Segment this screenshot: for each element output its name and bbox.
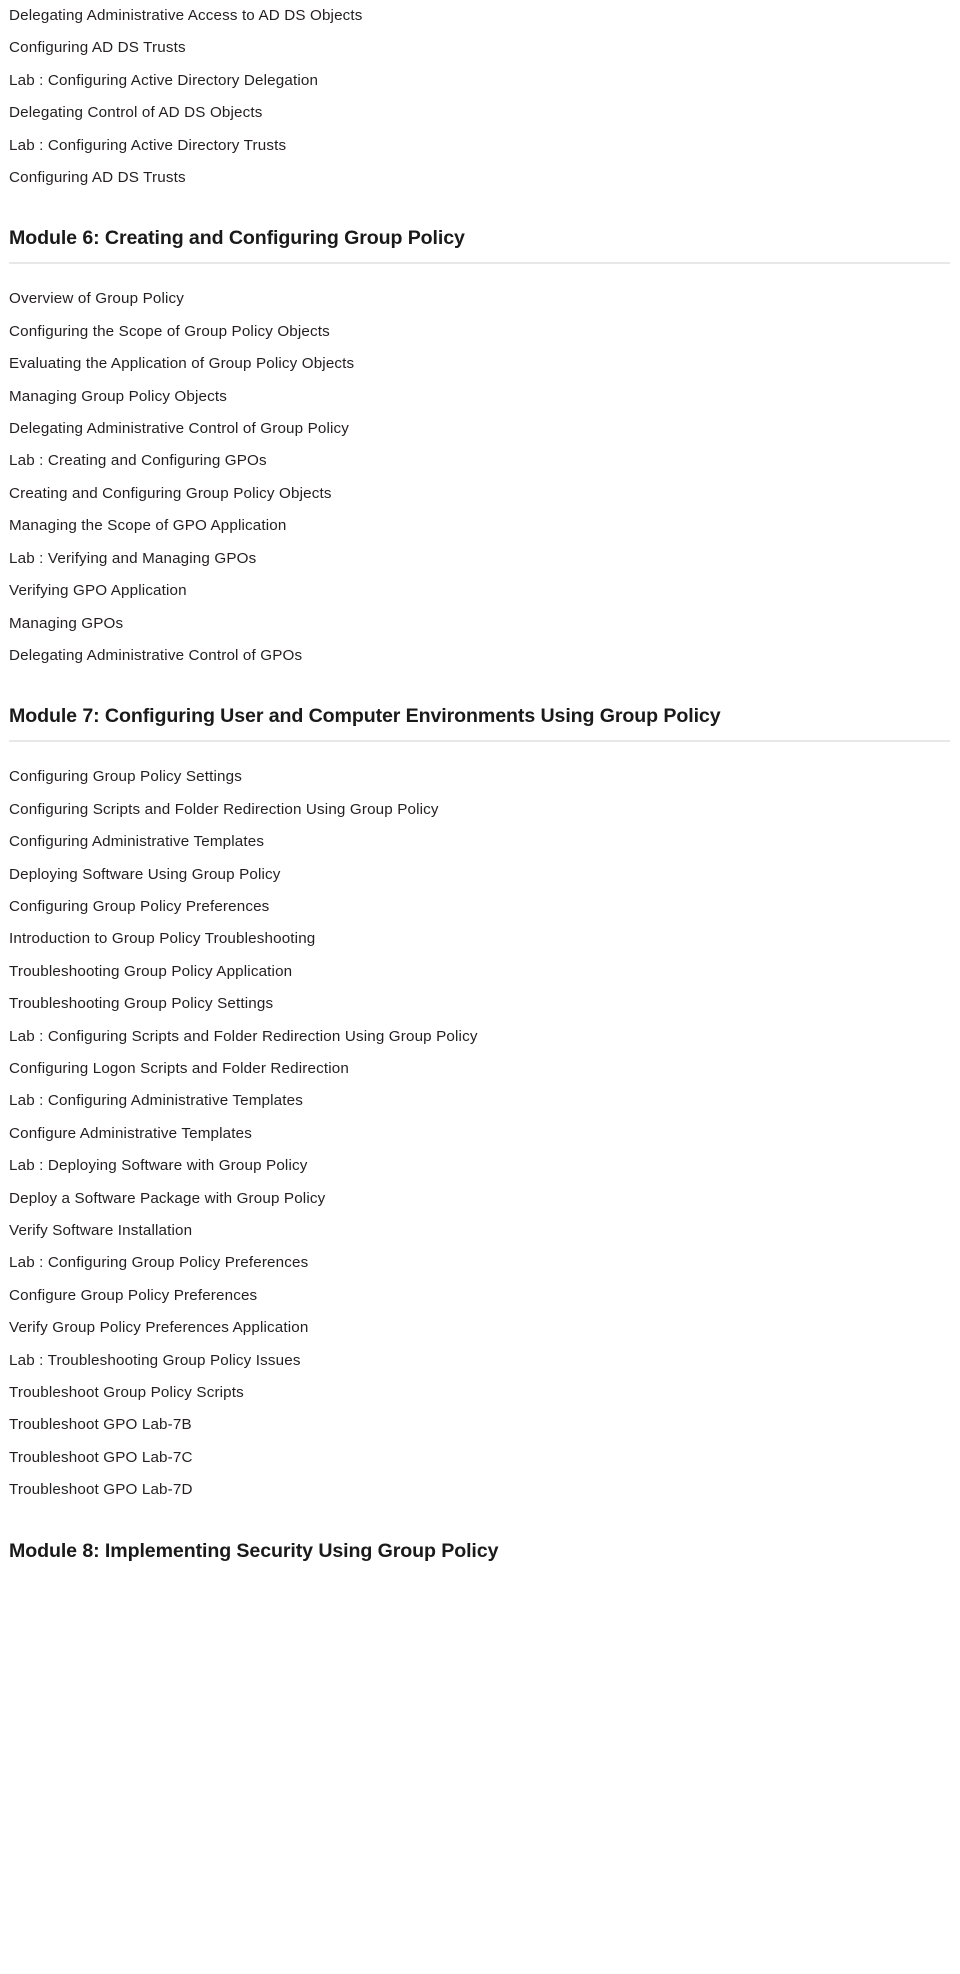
topic-line: Verify Group Policy Preferences Applicat…	[9, 1319, 309, 1337]
topic-line: Managing the Scope of GPO Application	[9, 517, 287, 535]
topic-line: Configuring Logon Scripts and Folder Red…	[9, 1059, 349, 1077]
topic-line: Lab : Configuring Group Policy Preferenc…	[9, 1254, 309, 1272]
topic-line: Configure Administrative Templates	[9, 1124, 252, 1142]
topic-line: Configuring AD DS Trusts	[9, 39, 186, 57]
module-6-topic-list: Overview of Group Policy Configuring the…	[9, 283, 950, 672]
module-section-7: Module 7: Configuring User and Computer …	[9, 703, 950, 1506]
topic-line: Lab : Deploying Software with Group Poli…	[9, 1157, 308, 1175]
topic-line: Troubleshoot GPO Lab-7D	[9, 1481, 193, 1499]
topic-line: Configuring the Scope of Group Policy Ob…	[9, 322, 330, 340]
module-7-topic-list: Configuring Group Policy Settings Config…	[9, 761, 950, 1506]
topic-line: Lab : Verifying and Managing GPOs	[9, 549, 257, 567]
topic-line: Deploying Software Using Group Policy	[9, 865, 281, 883]
topic-line: Configuring AD DS Trusts	[9, 169, 186, 187]
topic-line: Managing Group Policy Objects	[9, 387, 227, 405]
module-section-8: Module 8: Implementing Security Using Gr…	[9, 1538, 950, 1565]
topic-line: Troubleshoot GPO Lab-7C	[9, 1448, 193, 1466]
document-page: Delegating Administrative Access to AD D…	[0, 0, 960, 1565]
topic-line: Creating and Configuring Group Policy Ob…	[9, 484, 332, 502]
topic-line: Delegating Administrative Control of GPO…	[9, 646, 303, 664]
topic-line: Evaluating the Application of Group Poli…	[9, 355, 355, 373]
topic-line: Configure Group Policy Preferences	[9, 1286, 258, 1304]
module-section-6: Module 6: Creating and Configuring Group…	[9, 225, 950, 672]
topic-line: Managing GPOs	[9, 614, 124, 632]
topic-line: Lab : Configuring Administrative Templat…	[9, 1092, 303, 1110]
topic-line: Troubleshooting Group Policy Application	[9, 962, 293, 980]
topic-line: Lab : Troubleshooting Group Policy Issue…	[9, 1351, 301, 1369]
topic-line: Verifying GPO Application	[9, 582, 187, 600]
module-heading: Module 7: Configuring User and Computer …	[9, 705, 721, 728]
topic-line: Configuring Group Policy Settings	[9, 768, 242, 786]
module-heading: Module 6: Creating and Configuring Group…	[9, 227, 465, 250]
topic-line: Verify Software Installation	[9, 1222, 193, 1239]
module-heading: Module 8: Implementing Security Using Gr…	[9, 1539, 499, 1562]
topic-line: Lab : Configuring Scripts and Folder Red…	[9, 1027, 478, 1045]
intro-topic-list: Delegating Administrative Access to AD D…	[9, 0, 950, 194]
topic-line: Delegating Control of AD DS Objects	[9, 104, 263, 122]
topic-line: Troubleshooting Group Policy Settings	[9, 995, 274, 1013]
topic-line: Lab : Creating and Configuring GPOs	[9, 452, 267, 470]
topic-line: Troubleshoot Group Policy Scripts	[9, 1384, 244, 1402]
topic-line: Troubleshoot GPO Lab-7B	[9, 1416, 192, 1434]
topic-line: Configuring Scripts and Folder Redirecti…	[9, 800, 439, 818]
topic-line: Overview of Group Policy	[9, 290, 184, 308]
topic-line: Delegating Administrative Control of Gro…	[9, 420, 350, 438]
topic-line: Introduction to Group Policy Troubleshoo…	[9, 930, 316, 948]
topic-line: Lab : Configuring Active Directory Deleg…	[9, 71, 319, 89]
topic-line: Configuring Administrative Templates	[9, 833, 265, 851]
topic-line: Configuring Group Policy Preferences	[9, 897, 270, 915]
topic-line: Delegating Administrative Access to AD D…	[9, 7, 363, 24]
topic-line: Deploy a Software Package with Group Pol…	[9, 1189, 326, 1207]
topic-line: Lab : Configuring Active Directory Trust…	[9, 136, 287, 154]
